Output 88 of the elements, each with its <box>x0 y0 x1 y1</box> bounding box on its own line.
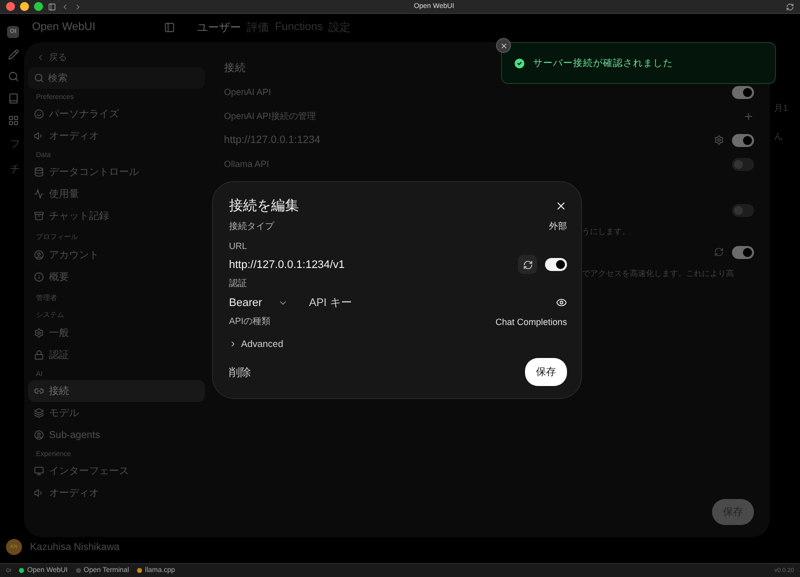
chevron-left-icon <box>36 53 45 62</box>
settings-nav-item[interactable]: 概要 <box>28 266 205 288</box>
close-icon <box>555 200 567 212</box>
sidebar-label: チ <box>10 163 20 176</box>
close-window-button[interactable] <box>6 2 15 11</box>
smiley-icon <box>34 109 44 119</box>
search-icon <box>34 73 44 83</box>
settings-nav-item[interactable]: 使用量 <box>28 183 205 205</box>
eye-icon[interactable] <box>556 297 567 308</box>
field-label: URL <box>229 240 248 250</box>
settings-nav-item[interactable]: インターフェース <box>28 460 205 482</box>
add-icon[interactable] <box>743 110 754 122</box>
settings-nav-item[interactable]: オーディオ <box>28 125 205 147</box>
save-button[interactable]: 保存 <box>525 358 567 386</box>
api-key-field[interactable]: API キー <box>307 296 548 310</box>
zoom-window-button[interactable] <box>34 2 43 11</box>
toast-message: サーバー接続が確認されました <box>533 56 673 70</box>
layers-icon <box>34 408 44 418</box>
minimize-window-button[interactable] <box>20 2 29 11</box>
check-icon <box>513 56 526 70</box>
toggle-switch[interactable] <box>545 258 567 271</box>
back-link[interactable]: 戻る <box>28 48 205 67</box>
settings-nav-item[interactable]: パーソナライズ <box>28 103 205 125</box>
speaker-icon <box>34 131 44 141</box>
field-label: 認証 <box>229 277 247 290</box>
user-name: Kazuhisa Nishikawa <box>30 542 120 552</box>
setting-label: OpenAI API <box>224 87 272 97</box>
user-icon <box>34 430 44 440</box>
settings-nav-item[interactable]: 接続 <box>28 380 205 402</box>
settings-nav-item[interactable]: 一般 <box>28 322 205 344</box>
advanced-toggle[interactable]: Advanced <box>229 331 567 357</box>
field-label: 接続タイプ <box>229 220 274 233</box>
user-icon <box>34 250 44 260</box>
close-button[interactable] <box>555 200 567 212</box>
toggle-switch[interactable] <box>732 204 754 216</box>
settings-nav-item[interactable]: Sub-agents <box>28 424 205 446</box>
verify-button[interactable] <box>518 255 537 274</box>
refresh-icon <box>522 260 532 270</box>
description-text: うにします。 <box>582 226 630 236</box>
search-field[interactable]: 検索 <box>28 67 205 89</box>
field-label: APIの種類 <box>229 315 271 328</box>
settings-nav-item[interactable]: モデル <box>28 402 205 424</box>
nav-tab[interactable]: ユーザー <box>197 20 241 34</box>
sidebar-toggle-icon[interactable] <box>164 22 175 32</box>
sidebar-toggle-icon[interactable] <box>48 2 56 10</box>
archive-icon <box>34 211 44 221</box>
pencil-icon[interactable] <box>8 49 18 60</box>
dialog-title: 接続を編集 <box>229 197 299 215</box>
settings-nav-item[interactable]: チャット記録 <box>28 205 205 227</box>
settings-nav-item[interactable]: オーディオ <box>28 482 205 504</box>
settings-nav-item[interactable]: 認証 <box>28 344 205 366</box>
field-value: Chat Completions <box>495 316 567 326</box>
book-icon[interactable] <box>8 93 18 104</box>
forward-icon[interactable] <box>74 2 82 10</box>
delete-button[interactable]: 削除 <box>229 364 251 380</box>
setting-label: Ollama API <box>224 159 270 169</box>
settings-icon[interactable] <box>714 135 724 145</box>
url-field[interactable]: http://127.0.0.1:1234/v1 <box>229 258 510 270</box>
link-icon <box>34 386 44 396</box>
reload-icon[interactable] <box>786 2 794 10</box>
chevron-right-icon <box>229 340 237 348</box>
toggle-switch[interactable] <box>732 86 754 98</box>
toggle-switch[interactable] <box>732 246 754 258</box>
sidebar-label: フ <box>10 138 20 151</box>
refresh-icon[interactable] <box>714 247 724 257</box>
connection-url: http://127.0.0.1:1234 <box>224 134 320 146</box>
app-name: Open WebUI <box>32 21 96 33</box>
info-icon <box>34 272 44 282</box>
database-icon <box>34 167 44 177</box>
monitor-icon <box>34 466 44 476</box>
settings-nav-item[interactable]: データコントロール <box>28 161 205 183</box>
close-icon <box>500 42 508 50</box>
field-value: 外部 <box>549 220 567 233</box>
search-icon[interactable] <box>8 71 18 82</box>
page-text: 月1 <box>774 102 788 115</box>
toggle-switch[interactable] <box>732 158 754 170</box>
grid-icon[interactable] <box>8 115 18 126</box>
settings-nav-item[interactable]: アカウント <box>28 244 205 266</box>
lock-icon <box>34 350 44 360</box>
chart-icon <box>34 189 44 199</box>
speaker-icon <box>34 488 44 498</box>
toggle-switch[interactable] <box>732 134 754 146</box>
section-heading: 接続 <box>224 61 246 76</box>
setting-label: OpenAI API接続の管理 <box>224 110 316 122</box>
back-icon[interactable] <box>61 2 69 10</box>
auth-type-dropdown[interactable]: Bearer <box>229 296 299 308</box>
settings-icon <box>34 328 44 338</box>
page-text: ん <box>774 130 784 143</box>
